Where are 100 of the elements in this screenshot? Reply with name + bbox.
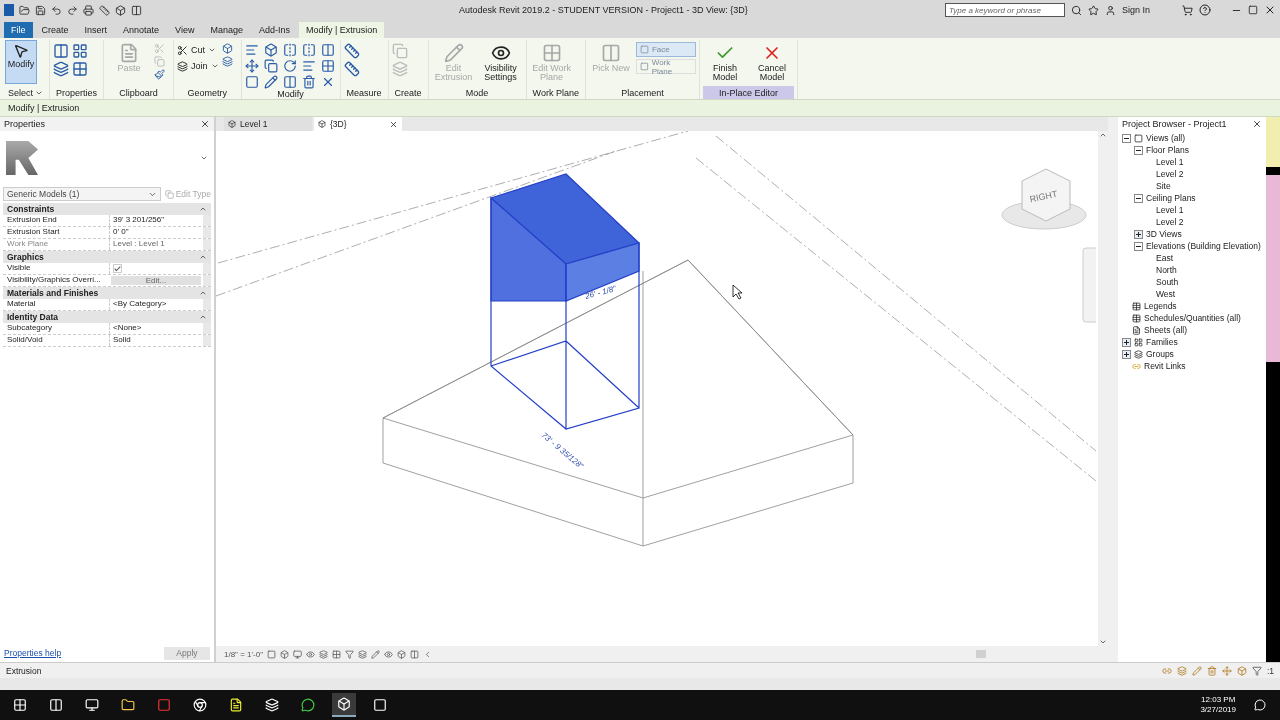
property-group[interactable]: Identity Data bbox=[3, 311, 211, 323]
tree-item[interactable]: East bbox=[1156, 253, 1173, 263]
view-control-icon[interactable] bbox=[319, 649, 328, 659]
trim-icon[interactable] bbox=[301, 59, 316, 73]
ribbon-tab[interactable]: File bbox=[4, 22, 33, 38]
view-control-icon[interactable] bbox=[267, 649, 276, 659]
tree-item[interactable]: Site bbox=[1156, 181, 1171, 191]
dimension-icon[interactable] bbox=[343, 61, 360, 77]
tree-item[interactable]: Level 1 bbox=[1156, 205, 1184, 215]
move-icon[interactable] bbox=[244, 59, 259, 73]
mirror-icon[interactable] bbox=[282, 43, 297, 57]
filter-icon[interactable] bbox=[1251, 665, 1262, 676]
switch-windows-icon[interactable] bbox=[131, 4, 142, 16]
tree-item[interactable]: Legends bbox=[1144, 301, 1177, 311]
tree-item[interactable]: Level 2 bbox=[1156, 169, 1184, 179]
tree-item[interactable]: Schedules/Quantities (all) bbox=[1144, 313, 1241, 323]
measure-icon[interactable] bbox=[99, 4, 110, 16]
align-icon[interactable] bbox=[244, 43, 259, 57]
cut-icon[interactable] bbox=[177, 44, 189, 56]
scrollbar-thumb[interactable] bbox=[976, 650, 986, 658]
ribbon-tab[interactable]: Annotate bbox=[116, 22, 167, 38]
expand-toggle[interactable] bbox=[1122, 133, 1131, 143]
ribbon-button[interactable]: Cut bbox=[177, 42, 219, 58]
ribbon-button[interactable]: Finish Model bbox=[702, 40, 747, 84]
property-group[interactable]: Materials and Finishes bbox=[3, 287, 211, 299]
tree-item[interactable]: South bbox=[1156, 277, 1179, 287]
status-icon[interactable] bbox=[1221, 665, 1232, 676]
edit-button[interactable]: Edit... bbox=[111, 276, 201, 285]
tree-item[interactable]: Ceiling Plans bbox=[1146, 193, 1196, 203]
expand-toggle[interactable] bbox=[1134, 241, 1143, 251]
visibility-icon[interactable] bbox=[490, 43, 511, 63]
close-icon[interactable] bbox=[200, 119, 210, 129]
redo-icon[interactable] bbox=[67, 4, 78, 16]
property-group[interactable]: Graphics bbox=[3, 251, 211, 263]
view-control-icon[interactable] bbox=[384, 649, 393, 659]
tree-item[interactable]: West bbox=[1156, 289, 1176, 299]
tree-item[interactable]: Families bbox=[1146, 337, 1178, 347]
close-icon[interactable] bbox=[1264, 4, 1276, 16]
ribbon-tab[interactable]: Manage bbox=[203, 22, 250, 38]
tree-item[interactable]: Elevations (Building Elevation) bbox=[1146, 241, 1261, 251]
print-icon[interactable] bbox=[83, 4, 94, 16]
view-control-icon[interactable] bbox=[280, 649, 289, 659]
close-icon[interactable] bbox=[389, 119, 398, 129]
scroll-down-icon[interactable] bbox=[1099, 638, 1107, 646]
search-field[interactable]: Type a keyword or phrase bbox=[944, 3, 1065, 17]
view-control-icon[interactable] bbox=[358, 649, 367, 659]
tree-item[interactable]: Revit Links bbox=[1144, 361, 1186, 371]
help-icon[interactable] bbox=[1199, 4, 1211, 16]
ribbon-tab[interactable]: Modify | Extrusion bbox=[299, 22, 385, 38]
tree-item[interactable]: Groups bbox=[1146, 349, 1174, 359]
cart-icon[interactable] bbox=[1182, 4, 1193, 16]
clock-time[interactable]: 12:03 PM bbox=[1201, 695, 1236, 705]
view-control-icon[interactable] bbox=[397, 649, 406, 659]
view-control-icon[interactable] bbox=[332, 649, 341, 659]
ribbon-tab[interactable]: Insert bbox=[77, 22, 115, 38]
match-icon[interactable] bbox=[154, 69, 166, 80]
document-tab[interactable]: Level 1 bbox=[224, 117, 312, 131]
ribbon-tab[interactable]: View bbox=[168, 22, 202, 38]
search-icon[interactable] bbox=[1070, 4, 1082, 16]
save-icon[interactable] bbox=[35, 4, 46, 16]
close-icon[interactable] bbox=[1252, 119, 1262, 129]
tree-item[interactable]: Level 2 bbox=[1156, 217, 1184, 227]
checkbox[interactable] bbox=[113, 264, 122, 273]
tree-item[interactable]: 3D Views bbox=[1146, 229, 1182, 239]
array-icon[interactable] bbox=[320, 59, 335, 73]
view-control-icon[interactable] bbox=[306, 649, 315, 659]
copy-icon[interactable] bbox=[263, 59, 278, 73]
status-icon[interactable] bbox=[1206, 665, 1217, 676]
ribbon-tab[interactable]: Add-Ins bbox=[251, 22, 297, 38]
grid-icon[interactable] bbox=[72, 61, 88, 77]
star-icon[interactable] bbox=[1087, 4, 1099, 16]
document-tab[interactable]: {3D} bbox=[314, 117, 402, 131]
scale-label[interactable]: 1/8" = 1'-0" bbox=[224, 649, 263, 659]
type-selector[interactable]: Generic Models (1) bbox=[3, 187, 161, 201]
pointer-icon[interactable] bbox=[13, 43, 29, 59]
3d-view-icon[interactable] bbox=[115, 4, 126, 16]
tree-item[interactable]: Floor Plans bbox=[1146, 145, 1189, 155]
undo-icon[interactable] bbox=[51, 4, 62, 16]
scroll-left-icon[interactable] bbox=[423, 649, 432, 659]
rotate-icon[interactable] bbox=[282, 59, 297, 73]
panel-title[interactable]: Select bbox=[5, 86, 46, 99]
tree-item[interactable]: Level 1 bbox=[1156, 157, 1184, 167]
dimension-label[interactable]: 26' - 1/8" bbox=[584, 284, 617, 301]
property-group[interactable]: Constraints bbox=[3, 203, 211, 215]
tree-item[interactable]: Sheets (all) bbox=[1144, 325, 1187, 335]
view-cube-label[interactable]: RIGHT bbox=[1028, 188, 1059, 205]
clock-date[interactable]: 3/27/2019 bbox=[1200, 705, 1236, 715]
ribbon-tab[interactable]: Create bbox=[34, 22, 76, 38]
help-link[interactable]: Properties help bbox=[4, 648, 62, 658]
expand-toggle[interactable] bbox=[1122, 337, 1131, 347]
expand-toggle[interactable] bbox=[1134, 145, 1143, 155]
open-icon[interactable] bbox=[19, 4, 30, 16]
measure-icon[interactable] bbox=[343, 43, 360, 59]
tree-item[interactable]: North bbox=[1156, 265, 1177, 275]
ribbon-button[interactable]: Visibility Settings bbox=[478, 40, 523, 84]
ribbon-button[interactable]: Modify bbox=[5, 40, 37, 84]
user-icon[interactable] bbox=[1104, 4, 1116, 16]
tree-item[interactable]: Views (all) bbox=[1146, 133, 1186, 143]
ribbon-button[interactable]: Join bbox=[177, 58, 219, 74]
ribbon-button[interactable]: Cancel Model bbox=[749, 40, 794, 84]
